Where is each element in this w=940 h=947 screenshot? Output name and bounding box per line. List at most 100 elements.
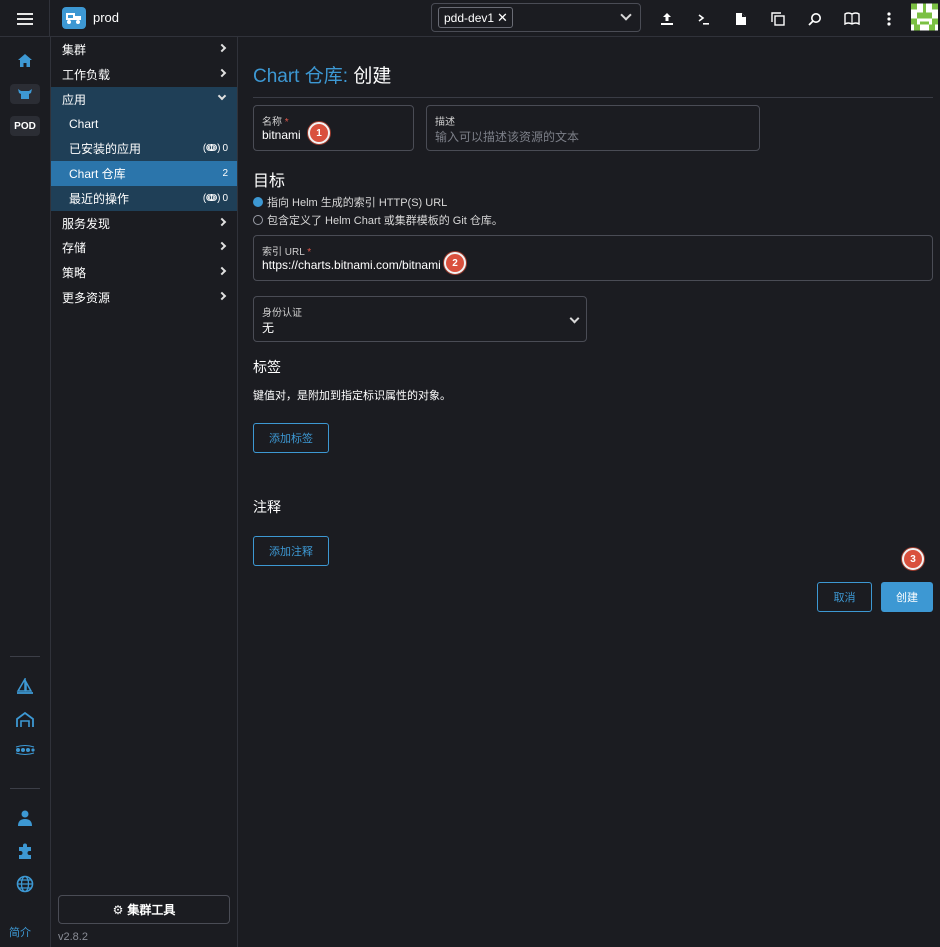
pod-label: POD — [10, 116, 40, 136]
nav-item-label: Chart 仓库 — [69, 167, 126, 181]
create-button[interactable]: 创建 — [881, 582, 933, 612]
target-option-label: 指向 Helm 生成的索引 HTTP(S) URL — [267, 197, 448, 209]
nav-item-label: 最近的操作 — [69, 192, 130, 206]
nav-group-apps[interactable]: 应用 — [51, 87, 237, 111]
nav-item-count: (ↈ) 0 — [202, 143, 228, 154]
index-url-field[interactable]: 索引 URL * https://charts.bitnami.com/bitn… — [253, 235, 933, 281]
nav-group-storage[interactable]: 存储 — [51, 235, 237, 259]
nav-group-workloads[interactable]: 工作负载 — [51, 62, 237, 86]
extensions-icon[interactable] — [0, 843, 50, 860]
chevron-right-icon — [217, 241, 227, 251]
nav-item-count: (ↈ) 0 — [202, 193, 228, 204]
target-option-helm-index[interactable]: 指向 Helm 生成的索引 HTTP(S) URL — [253, 194, 447, 210]
chevron-right-icon — [217, 68, 227, 78]
gear-icon: ⚙ — [112, 902, 124, 917]
home-icon[interactable] — [0, 53, 50, 68]
chevron-right-icon — [217, 217, 227, 227]
nav-item-recent-operations[interactable]: 最近的操作 (ↈ) 0 — [51, 186, 237, 211]
radio-selected-icon[interactable] — [253, 197, 263, 207]
main-content: Chart 仓库: 创建 名称 * bitnami 1 描述 输入可以描述该资源… — [238, 37, 940, 947]
auth-label: 身份认证 — [262, 308, 302, 319]
chevron-right-icon — [217, 266, 227, 276]
menu-icon[interactable] — [0, 0, 50, 37]
radio-icon[interactable] — [253, 215, 263, 225]
cluster-tools-label: 集群工具 — [127, 903, 176, 917]
divider — [10, 788, 40, 789]
namespaced-icon: (ↈ) — [202, 193, 221, 204]
cancel-button[interactable]: 取消 — [817, 582, 872, 612]
divider — [253, 97, 933, 98]
cluster-name: prod — [93, 10, 120, 25]
user-icon[interactable] — [0, 810, 50, 826]
search-icon[interactable] — [796, 0, 833, 37]
step-badge-3: 3 — [902, 548, 924, 570]
nav-group-more-resources[interactable]: 更多资源 — [51, 285, 237, 309]
nav-item-label: 已安装的应用 — [69, 142, 142, 156]
nav-group-label: 集群 — [62, 42, 87, 57]
file-icon[interactable] — [722, 0, 759, 37]
top-header: prod pdd-dev1 ✕ — [0, 0, 940, 37]
annotations-heading: 注释 — [253, 499, 281, 515]
nav-group-cluster[interactable]: 集群 — [51, 37, 237, 61]
namespace-filter[interactable]: pdd-dev1 ✕ — [431, 3, 641, 32]
nav-group-label: 更多资源 — [62, 290, 111, 305]
description-label: 描述 — [435, 117, 455, 128]
more-icon[interactable] — [870, 0, 907, 37]
cluster-logo-icon — [62, 7, 86, 29]
nav-item-chart-repos[interactable]: Chart 仓库 2 — [51, 161, 237, 186]
nav-item-count: 2 — [222, 168, 228, 179]
close-icon[interactable]: ✕ — [497, 10, 508, 26]
side-nav: 集群 工作负载 应用 Chart 已安装的应用 (ↈ) 0 Chart 仓库 2 … — [51, 37, 238, 947]
nav-item-charts[interactable]: Chart — [51, 111, 237, 136]
labels-heading: 标签 — [253, 359, 281, 375]
fleet-icon[interactable] — [0, 711, 50, 729]
network-icon[interactable] — [0, 745, 50, 755]
nav-item-installed-apps[interactable]: 已安装的应用 (ↈ) 0 — [51, 136, 237, 161]
name-value: bitnami — [262, 128, 301, 142]
about-link[interactable]: 简介 — [9, 924, 31, 940]
description-placeholder: 输入可以描述该资源的文本 — [435, 130, 580, 144]
namespace-chip: pdd-dev1 ✕ — [438, 7, 513, 28]
version-label: v2.8.2 — [58, 931, 88, 943]
nav-item-label: Chart — [69, 116, 99, 131]
chevron-down-icon[interactable] — [620, 9, 632, 21]
cluster-tools-button[interactable]: ⚙ 集群工具 — [58, 895, 230, 924]
cluster-icon[interactable] — [0, 84, 50, 104]
terminal-icon[interactable] — [685, 0, 722, 37]
avatar[interactable] — [911, 3, 938, 31]
target-option-label: 包含定义了 Helm Chart 或集群模板的 Git 仓库。 — [267, 215, 503, 227]
icon-rail: POD 简介 — [0, 37, 51, 947]
upload-icon[interactable] — [648, 0, 685, 37]
nav-group-label: 应用 — [62, 92, 87, 107]
auth-value: 无 — [262, 321, 275, 335]
auth-select[interactable]: 身份认证 无 — [253, 296, 587, 342]
nav-group-label: 存储 — [62, 240, 87, 255]
page-title-action: 创建 — [353, 66, 392, 87]
step-badge-1: 1 — [308, 122, 330, 144]
book-icon[interactable] — [833, 0, 870, 37]
add-label-button[interactable]: 添加标签 — [253, 423, 329, 453]
globe-icon[interactable] — [0, 875, 50, 893]
name-field[interactable]: 名称 * bitnami — [253, 105, 414, 151]
nav-group-policy[interactable]: 策略 — [51, 260, 237, 284]
page-title: Chart 仓库: 创建 — [253, 61, 391, 88]
page-title-link[interactable]: Chart 仓库: — [253, 66, 348, 87]
step-badge-2: 2 — [444, 252, 466, 274]
pod-button[interactable]: POD — [0, 116, 50, 136]
nav-group-label: 工作负载 — [62, 67, 111, 82]
add-annotation-button[interactable]: 添加注释 — [253, 536, 329, 566]
nav-group-label: 服务发现 — [62, 216, 111, 231]
chevron-down-icon — [569, 313, 580, 324]
chevron-down-icon — [217, 91, 227, 101]
sailboat-icon[interactable] — [0, 678, 50, 696]
description-field[interactable]: 描述 输入可以描述该资源的文本 — [426, 105, 760, 151]
index-url-label: 索引 URL * — [262, 247, 312, 258]
nav-group-service-discovery[interactable]: 服务发现 — [51, 211, 237, 235]
copy-icon[interactable] — [759, 0, 796, 37]
divider — [10, 656, 40, 657]
target-option-git-repo[interactable]: 包含定义了 Helm Chart 或集群模板的 Git 仓库。 — [253, 212, 503, 228]
name-label: 名称 * — [262, 117, 289, 128]
index-url-value: https://charts.bitnami.com/bitnami — [262, 258, 441, 272]
chevron-right-icon — [217, 291, 227, 301]
chevron-right-icon — [217, 43, 227, 53]
